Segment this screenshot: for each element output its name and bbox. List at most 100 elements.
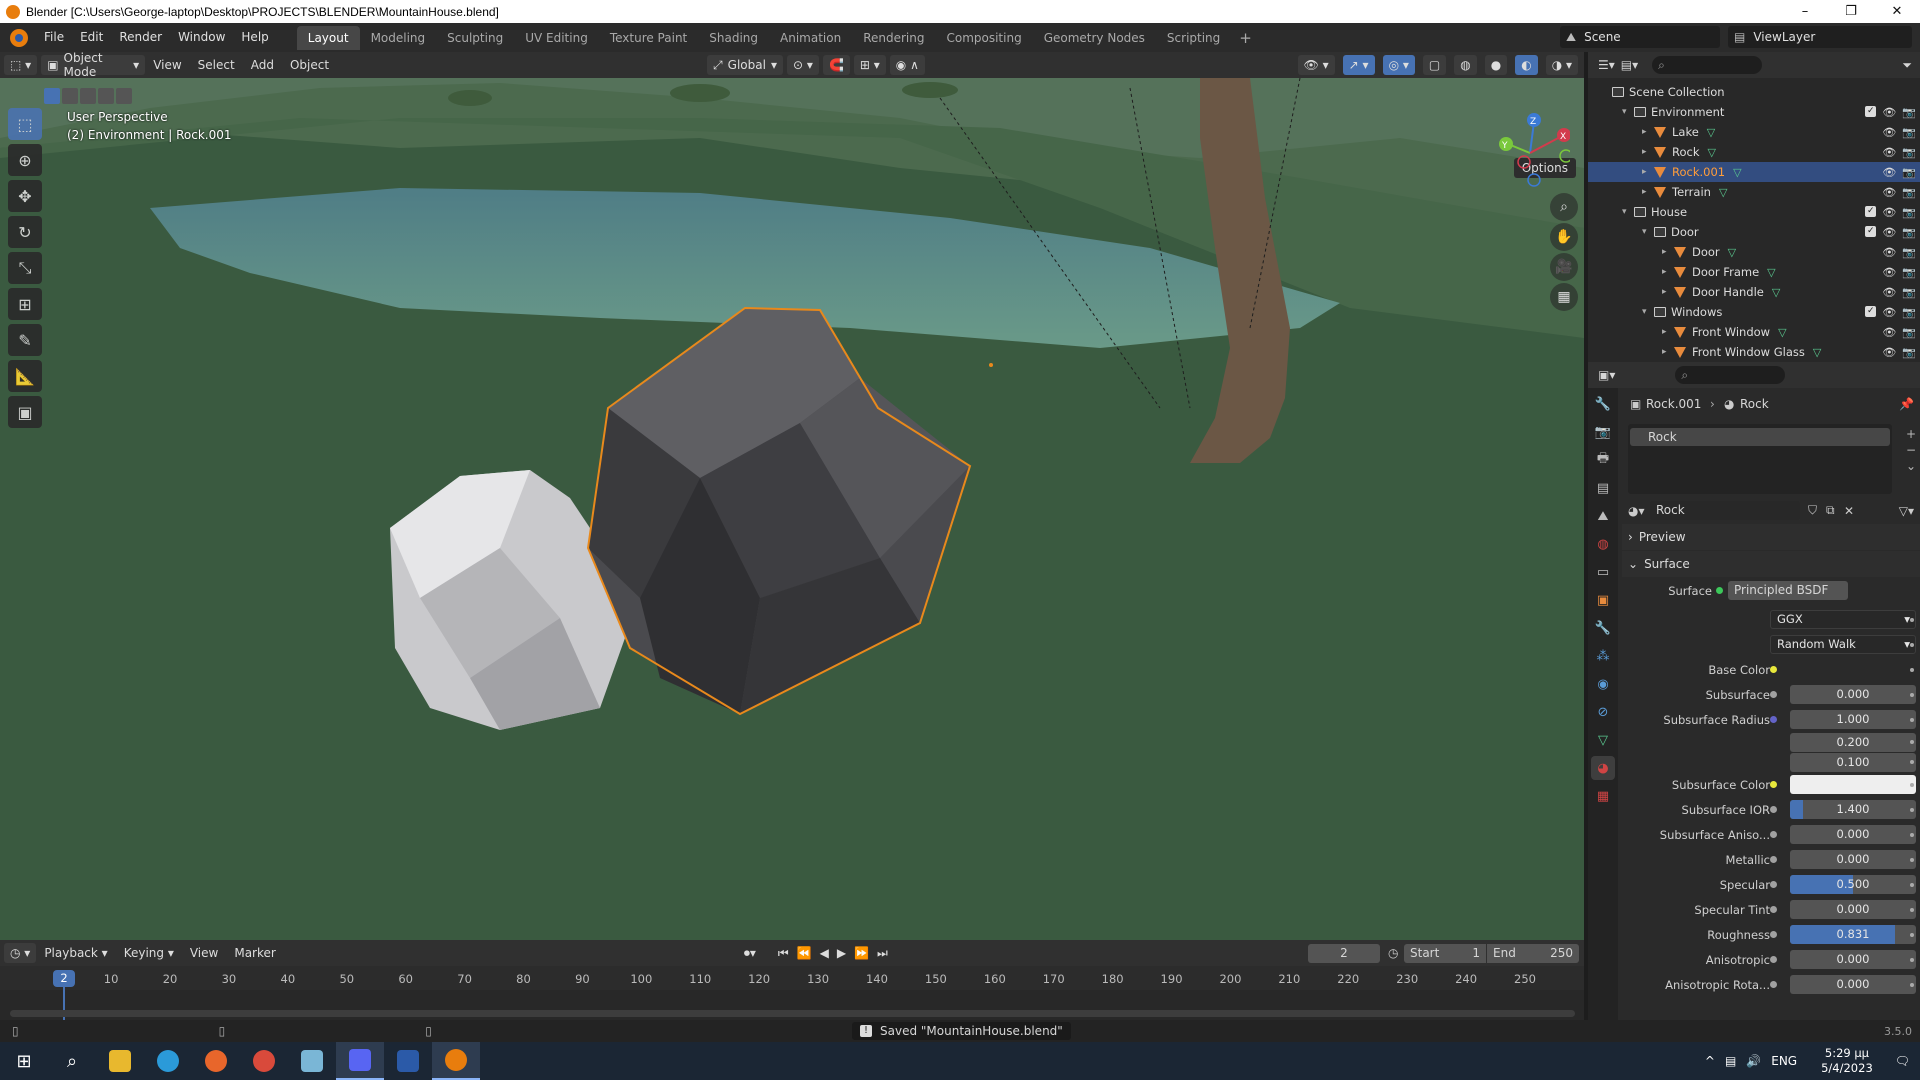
property-field[interactable]: 0.000 — [1790, 685, 1916, 704]
collection-tab-icon[interactable]: ▭ — [1591, 560, 1615, 584]
menu-help[interactable]: Help — [233, 23, 276, 52]
object-tab-icon[interactable]: ▣ — [1591, 588, 1615, 612]
mesh-data-icon[interactable]: ▽ — [1772, 286, 1780, 299]
chevron-right-icon[interactable]: ▸ — [1642, 187, 1654, 197]
outliner-row[interactable]: ▸ Rock.001 ▽ 👁 📷 — [1588, 162, 1920, 182]
chevron-right-icon[interactable]: ▸ — [1642, 127, 1654, 137]
camera-icon[interactable]: 📷 — [1902, 106, 1916, 119]
chevron-right-icon[interactable]: ▸ — [1662, 327, 1674, 337]
camera-icon[interactable]: 📷 — [1902, 166, 1916, 179]
transform-tool-icon[interactable]: ⊞ — [8, 288, 42, 320]
outliner-row[interactable]: ▾ Windows ✓ 👁 📷 — [1588, 302, 1920, 322]
socket-icon[interactable] — [1770, 931, 1777, 938]
eye-icon[interactable]: 👁 — [1882, 206, 1896, 219]
chevron-right-icon[interactable]: ▸ — [1662, 287, 1674, 297]
properties-editor-icon[interactable]: ▣▾ — [1598, 368, 1615, 382]
tab-uv-editing[interactable]: UV Editing — [514, 26, 599, 50]
view-layer-tab-icon[interactable]: ▤ — [1591, 476, 1615, 500]
discord-button[interactable] — [336, 1042, 384, 1080]
select-subtract-icon[interactable] — [80, 88, 96, 104]
keyframe-dot-icon[interactable] — [1910, 957, 1914, 962]
property-field[interactable]: 1.400 — [1790, 800, 1916, 819]
timeline-area[interactable]: 2 10 20 30 40 50 60 70 80 90 100 110 120 130 140 150 16… — [0, 966, 1584, 1022]
eye-icon[interactable]: 👁 — [1882, 106, 1896, 119]
menu-playback[interactable]: Playback ▾ — [36, 946, 115, 960]
material-shading-button[interactable]: ◐ — [1515, 55, 1538, 75]
duplicate-material-icon[interactable]: ⧉ — [1826, 503, 1835, 518]
socket-icon[interactable] — [1770, 981, 1777, 988]
mode-dropdown[interactable]: ▣ Object Mode ▾ — [41, 51, 146, 79]
add-workspace-button[interactable]: + — [1231, 29, 1260, 47]
keyframe-dot-icon[interactable] — [1910, 667, 1914, 672]
socket-icon[interactable] — [1770, 856, 1777, 863]
property-field[interactable] — [1790, 775, 1916, 794]
keyframe-dot-icon[interactable] — [1910, 907, 1914, 912]
blender-menu-icon[interactable] — [10, 28, 28, 47]
play-reverse-icon[interactable]: ◀ — [820, 946, 829, 960]
keyframe-dot-icon[interactable] — [1910, 932, 1914, 937]
edge-button[interactable] — [144, 1042, 192, 1080]
eye-icon[interactable]: 👁 — [1882, 126, 1896, 139]
timeline-scrollbar[interactable] — [10, 1010, 1575, 1017]
xray-toggle-button[interactable]: ▢ — [1422, 55, 1447, 75]
solid-shading-button[interactable]: ● — [1484, 55, 1508, 75]
exclude-checkbox[interactable]: ✓ — [1865, 225, 1877, 237]
outliner-row[interactable]: ▸ Front Window Glass ▽ 👁 📷 — [1588, 342, 1920, 362]
keyframe-dot-icon[interactable] — [1910, 717, 1914, 722]
unlink-material-icon[interactable]: ✕ — [1844, 504, 1854, 518]
blender-taskbar-button[interactable] — [432, 1042, 480, 1080]
mesh-data-icon[interactable]: ▽ — [1767, 266, 1775, 279]
chevron-right-icon[interactable]: ▸ — [1662, 247, 1674, 257]
zoom-icon[interactable]: ⌕ — [1550, 193, 1578, 221]
chevron-right-icon[interactable]: ▸ — [1662, 267, 1674, 277]
data-tab-icon[interactable]: ▽ — [1591, 728, 1615, 752]
jump-start-icon[interactable]: ⏮ — [778, 946, 789, 961]
remove-slot-icon[interactable]: − — [1906, 442, 1916, 458]
volume-icon[interactable]: 🔊 — [1746, 1054, 1761, 1068]
gizmo-toggle-button[interactable]: ↗ ▾ — [1342, 55, 1375, 75]
slot-specials-icon[interactable]: ⌄ — [1906, 458, 1916, 474]
eye-icon[interactable]: 👁 — [1882, 166, 1896, 179]
rotate-tool-icon[interactable]: ↻ — [8, 216, 42, 248]
tab-animation[interactable]: Animation — [769, 26, 852, 50]
tab-rendering[interactable]: Rendering — [852, 26, 935, 50]
jump-end-icon[interactable]: ⏭ — [877, 946, 888, 961]
material-tab-icon[interactable]: ◕ — [1591, 756, 1615, 780]
camera-icon[interactable]: 📷 — [1902, 186, 1916, 199]
exclude-checkbox[interactable]: ✓ — [1865, 105, 1877, 117]
mesh-data-icon[interactable]: ▽ — [1728, 246, 1736, 259]
jump-keyframe-forward-icon[interactable]: ⏩ — [854, 946, 869, 960]
outliner-row[interactable]: ▾ Environment ✓ 👁 📷 — [1588, 102, 1920, 122]
start-frame-field[interactable]: Start 1 — [1404, 943, 1486, 963]
notifications-icon[interactable]: 🗨 — [1895, 1054, 1910, 1068]
exclude-checkbox[interactable]: ✓ — [1865, 205, 1877, 217]
select-new-icon[interactable] — [44, 88, 60, 104]
chevron-up-icon[interactable]: ^ — [1705, 1054, 1715, 1068]
play-icon[interactable]: ▶ — [837, 946, 846, 960]
tab-layout[interactable]: Layout — [296, 25, 360, 50]
filter-icon[interactable]: ⏷ — [1902, 58, 1912, 73]
camera-icon[interactable]: 📷 — [1902, 226, 1916, 239]
exclude-checkbox[interactable]: ✓ — [1865, 305, 1877, 317]
fake-user-icon[interactable]: ⛉ — [1808, 503, 1817, 518]
mesh-data-icon[interactable]: ▽ — [1708, 146, 1716, 159]
eye-icon[interactable]: 👁 — [1882, 246, 1896, 259]
menu-object[interactable]: Object — [282, 58, 337, 72]
menu-add[interactable]: Add — [243, 58, 282, 72]
current-frame-field[interactable]: 2 — [1308, 943, 1380, 963]
eye-icon[interactable]: 👁 — [1882, 326, 1896, 339]
camera-icon[interactable]: 📷 — [1902, 146, 1916, 159]
property-field[interactable]: 0.831 — [1790, 925, 1916, 944]
file-explorer-button[interactable] — [96, 1042, 144, 1080]
wireframe-shading-button[interactable]: ◍ — [1454, 55, 1477, 75]
property-field[interactable]: 0.100 — [1790, 752, 1916, 772]
menu-file[interactable]: File — [36, 23, 72, 52]
menu-marker[interactable]: Marker — [226, 946, 283, 960]
keyframe-dot-icon[interactable] — [1910, 882, 1914, 887]
eye-icon[interactable]: 👁 — [1882, 146, 1896, 159]
outliner-row[interactable]: ▾ House ✓ 👁 📷 — [1588, 202, 1920, 222]
select-intersect-icon[interactable] — [116, 88, 132, 104]
chrome-button[interactable] — [240, 1042, 288, 1080]
keyframe-dot-icon[interactable] — [1910, 760, 1914, 764]
chevron-right-icon[interactable]: ▸ — [1642, 147, 1654, 157]
